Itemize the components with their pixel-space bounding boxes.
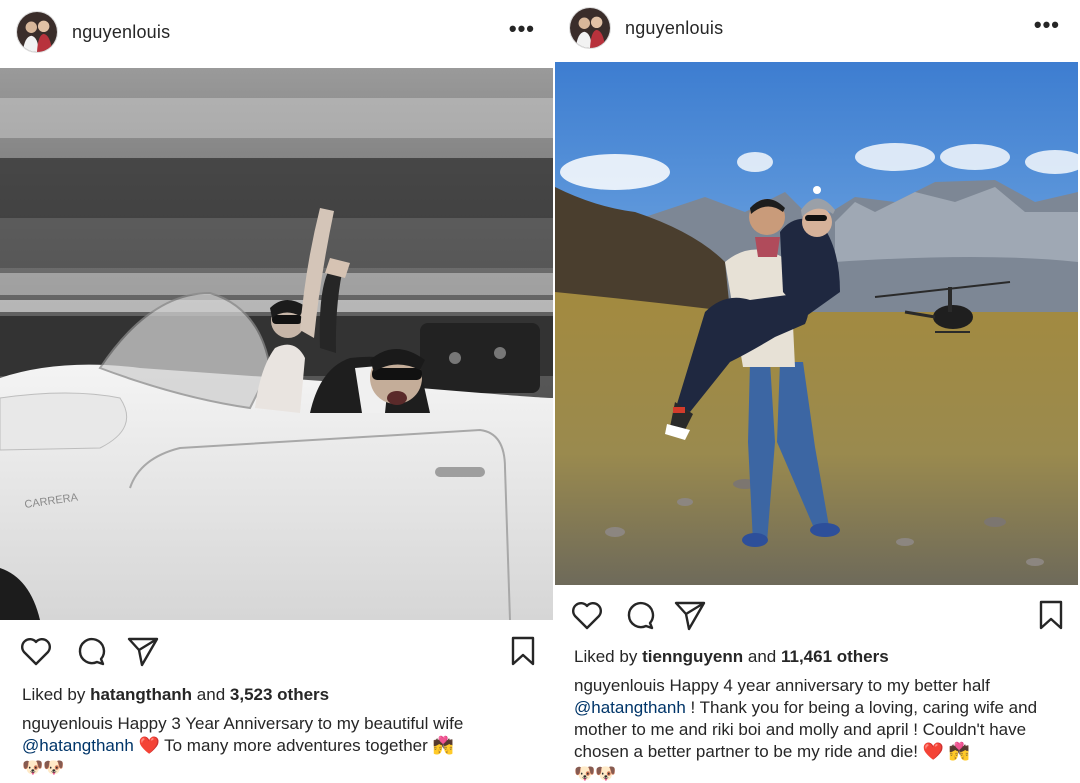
- dog-emojis: 🐶🐶: [574, 764, 617, 783]
- likes-count[interactable]: 11,461 others: [781, 647, 889, 666]
- liked-by-user[interactable]: tiennguyenn: [642, 647, 743, 666]
- caption-text-2: To many more adventures together: [164, 736, 428, 755]
- post-username[interactable]: nguyenlouis: [72, 22, 170, 43]
- likes-and: and: [747, 647, 777, 666]
- couple-emoji: 💏: [432, 736, 454, 755]
- caption: nguyenlouis Happy 3 Year Anniversary to …: [22, 713, 541, 779]
- post-username[interactable]: nguyenlouis: [625, 18, 723, 39]
- couple-emoji: 💏: [948, 742, 970, 761]
- comment-icon[interactable]: [72, 633, 108, 669]
- heart-icon[interactable]: [18, 633, 54, 669]
- caption-mention[interactable]: @hatangthanh: [574, 698, 686, 717]
- paper-plane-icon[interactable]: [672, 597, 708, 633]
- post-header: nguyenlouis •••: [555, 0, 1080, 60]
- heart-emoji: ❤️: [922, 742, 944, 761]
- avatar[interactable]: [16, 11, 58, 53]
- bookmark-icon[interactable]: [505, 633, 541, 669]
- likes-count[interactable]: 3,523 others: [230, 685, 329, 704]
- post-meta: Liked by hatangthanh and 3,523 others ng…: [0, 684, 553, 779]
- caption-mention[interactable]: @hatangthanh: [22, 736, 134, 755]
- post-header: nguyenlouis •••: [0, 0, 553, 64]
- post-meta: Liked by tiennguyenn and 11,461 others n…: [555, 646, 1080, 783]
- dog-emojis: 🐶🐶: [22, 758, 65, 777]
- more-options-icon[interactable]: •••: [509, 18, 535, 40]
- post-photo[interactable]: [555, 62, 1078, 585]
- post-photo[interactable]: CARRERA: [0, 68, 553, 620]
- paper-plane-icon[interactable]: [125, 633, 161, 669]
- caption-username[interactable]: nguyenlouis: [574, 676, 665, 695]
- caption: nguyenlouis Happy 4 year anniversary to …: [574, 675, 1070, 783]
- post-card-2: nguyenlouis ••• Liked by tiennguyenn and…: [555, 0, 1080, 783]
- likes-prefix: Liked by: [22, 685, 86, 704]
- post-actions: [0, 633, 553, 673]
- post-card-1: nguyenlouis ••• CARRERA Liked by hatangt…: [0, 0, 553, 783]
- bookmark-icon[interactable]: [1033, 597, 1069, 633]
- liked-by-user[interactable]: hatangthanh: [90, 685, 192, 704]
- likes-line: Liked by hatangthanh and 3,523 others: [22, 684, 541, 706]
- likes-prefix: Liked by: [574, 647, 638, 666]
- heart-emoji: ❤️: [138, 736, 160, 755]
- avatar[interactable]: [569, 7, 611, 49]
- caption-text: Happy 4 year anniversary to my better ha…: [669, 676, 990, 695]
- likes-line: Liked by tiennguyenn and 11,461 others: [574, 646, 1070, 668]
- likes-and: and: [196, 685, 226, 704]
- more-options-icon[interactable]: •••: [1034, 14, 1060, 36]
- comment-icon[interactable]: [621, 597, 657, 633]
- caption-username[interactable]: nguyenlouis: [22, 714, 113, 733]
- caption-text: Happy 3 Year Anniversary to my beautiful…: [117, 714, 464, 733]
- post-actions: [555, 597, 1080, 637]
- heart-icon[interactable]: [569, 597, 605, 633]
